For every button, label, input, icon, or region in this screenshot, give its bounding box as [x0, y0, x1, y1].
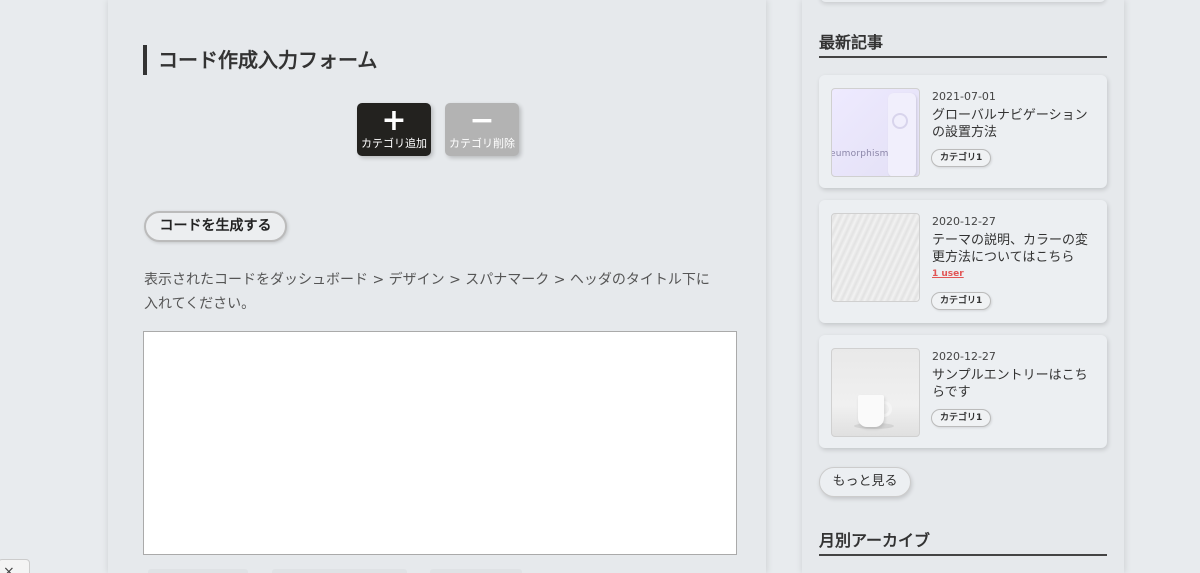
article-title[interactable]: グローバルナビゲーションの設置方法	[932, 107, 1100, 141]
monthly-archive-heading: 月別アーカイブ	[819, 530, 1107, 556]
category-tag[interactable]: カテゴリ1	[931, 149, 992, 167]
bookmark-user-badge[interactable]: 1 user	[932, 269, 964, 279]
article-card[interactable]: 2020-12-27 サンプルエントリーはこちらです カテゴリ1	[819, 335, 1107, 448]
device-mockup-shape	[888, 93, 916, 176]
more-articles-button[interactable]: もっと見る	[819, 467, 911, 497]
bottom-element-stub	[430, 569, 522, 573]
generate-code-button[interactable]: コードを生成する	[144, 211, 287, 242]
article-date: 2021-07-01	[932, 90, 996, 103]
instruction-text: 表示されたコードをダッシュボード > デザイン > スパナマーク > ヘッダのタ…	[144, 268, 744, 316]
remove-category-button[interactable]: − カテゴリ削除	[445, 103, 519, 156]
add-category-label: カテゴリ追加	[361, 137, 427, 150]
category-tag[interactable]: カテゴリ1	[931, 292, 992, 310]
cup-body-shape	[858, 395, 884, 427]
thumbnail-caption: eumorphism	[831, 149, 889, 159]
add-category-button[interactable]: + カテゴリ追加	[357, 103, 431, 156]
article-date: 2020-12-27	[932, 350, 996, 363]
article-title[interactable]: サンプルエントリーはこちらです	[932, 367, 1100, 401]
bottom-element-stub	[272, 569, 407, 573]
sidebar-top-card-edge	[820, 0, 1106, 2]
device-circle-shape	[892, 113, 908, 129]
instruction-line-2: 入れてください。	[144, 296, 256, 312]
minus-icon: −	[469, 103, 495, 138]
form-title: コード作成入力フォーム	[143, 45, 377, 75]
article-date: 2020-12-27	[932, 215, 996, 228]
plus-icon: +	[381, 103, 407, 138]
article-card[interactable]: eumorphism 2021-07-01 グローバルナビゲーションの設置方法 …	[819, 75, 1107, 188]
article-card[interactable]: 2020-12-27 テーマの説明、カラーの変更方法についてはこちら 1 use…	[819, 200, 1107, 323]
bottom-element-stub	[148, 569, 248, 573]
article-thumbnail[interactable]	[831, 213, 920, 302]
recent-articles-heading: 最新記事	[819, 32, 1107, 58]
remove-category-label: カテゴリ削除	[449, 137, 515, 150]
article-title[interactable]: テーマの説明、カラーの変更方法についてはこちら	[932, 232, 1100, 266]
article-thumbnail[interactable]	[831, 348, 920, 437]
code-output-textarea[interactable]	[143, 331, 737, 555]
instruction-line-1: 表示されたコードをダッシュボード > デザイン > スパナマーク > ヘッダのタ…	[144, 272, 710, 288]
article-thumbnail[interactable]: eumorphism	[831, 88, 920, 177]
category-tag[interactable]: カテゴリ1	[931, 409, 992, 427]
close-icon[interactable]: ×	[0, 559, 30, 573]
